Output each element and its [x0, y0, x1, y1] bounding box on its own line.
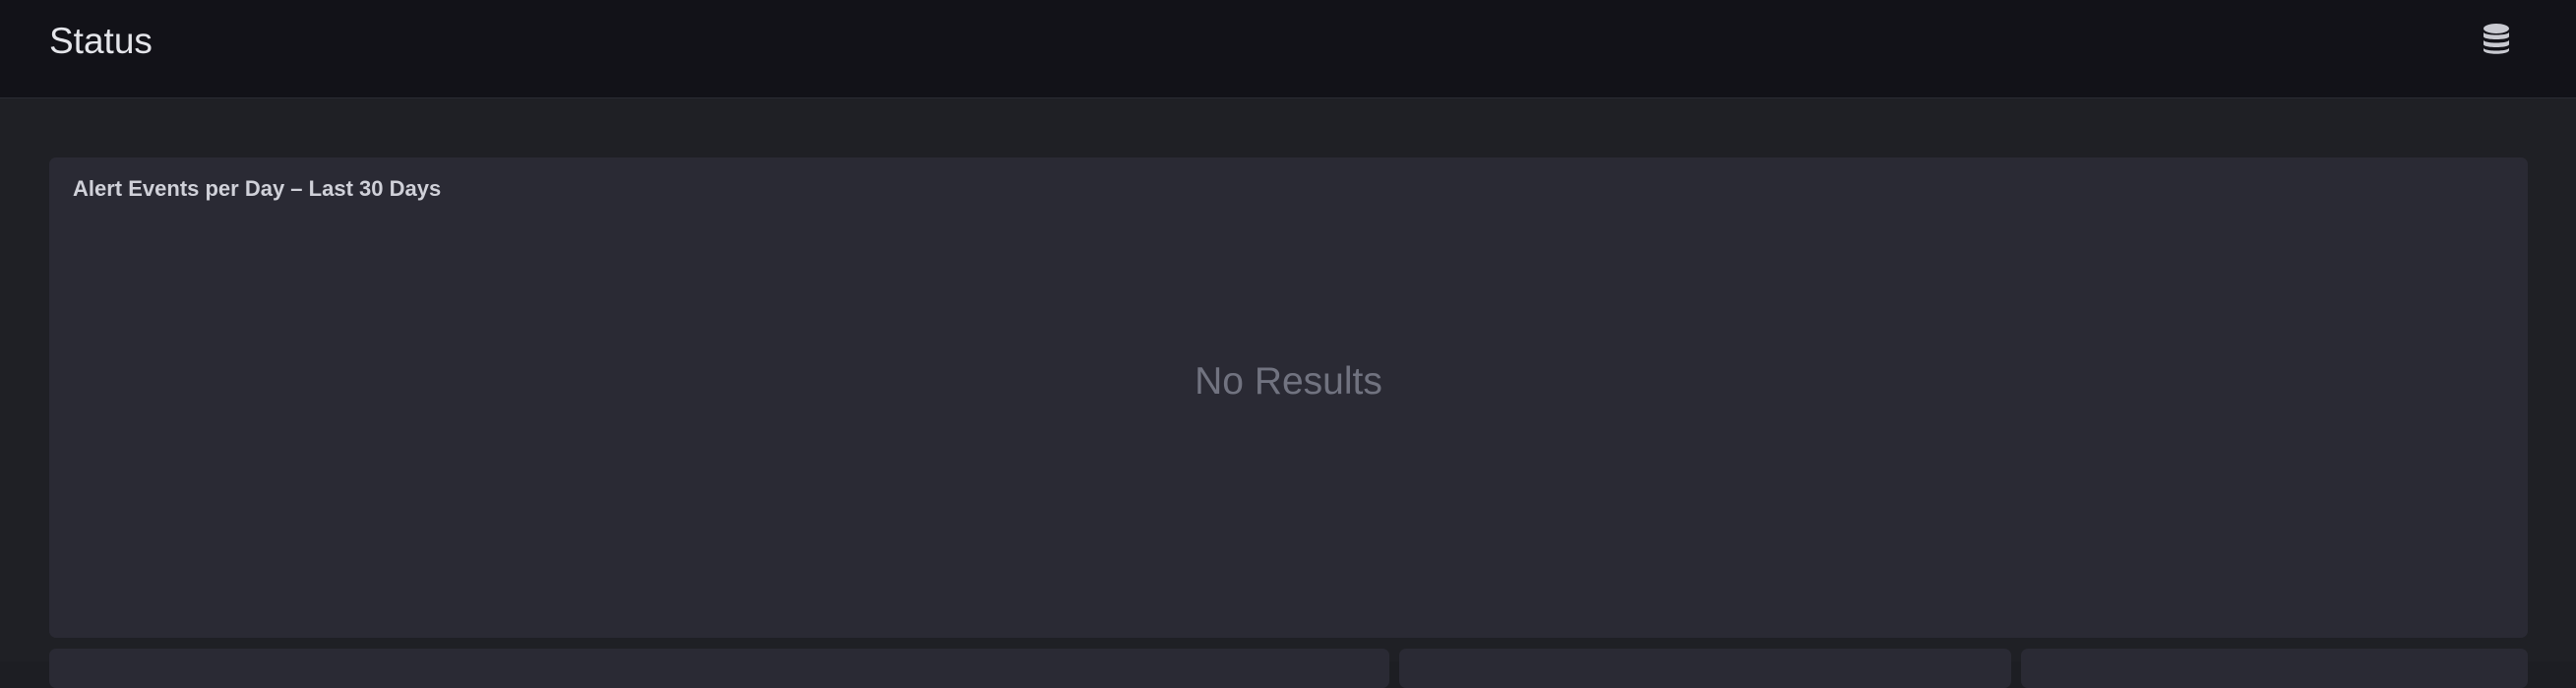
panel-partial-left [49, 649, 1389, 688]
panel-partial-middle [1399, 649, 2011, 688]
dashboard-content: Alert Events per Day – Last 30 Days No R… [0, 98, 2576, 688]
panel-title: Alert Events per Day – Last 30 Days [73, 176, 442, 201]
no-results-message: No Results [1195, 360, 1382, 403]
panel-partial-right [2021, 649, 2528, 688]
top-bar: Status [0, 0, 2576, 98]
alert-events-panel: Alert Events per Day – Last 30 Days No R… [49, 157, 2528, 638]
database-icon[interactable] [2480, 23, 2513, 56]
page-title: Status [49, 21, 153, 61]
